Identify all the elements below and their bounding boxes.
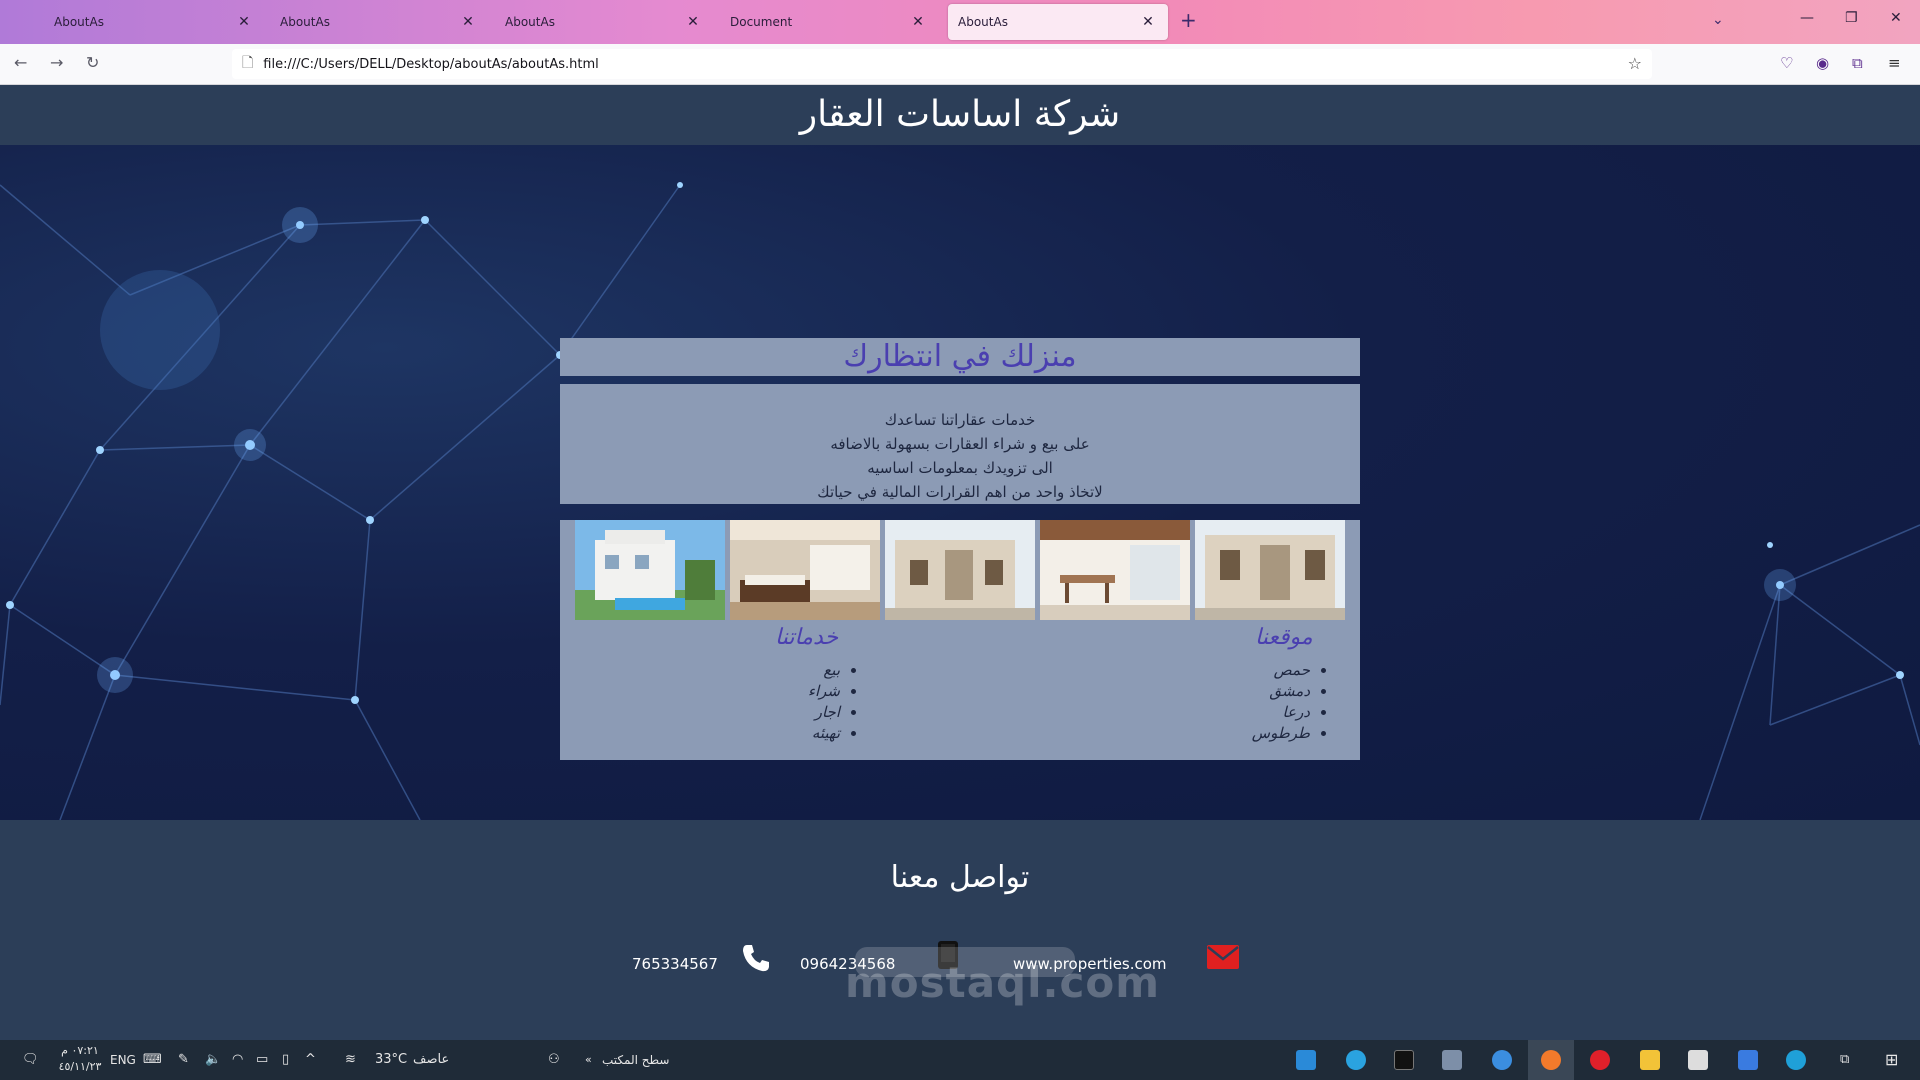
wifi-icon[interactable]: ◠ xyxy=(232,1040,243,1080)
vscode-icon[interactable] xyxy=(1296,1050,1316,1070)
locations-title: موقعنا xyxy=(1255,625,1313,650)
phone-icon xyxy=(743,945,769,972)
task-view-icon[interactable]: ⧉ xyxy=(1840,1040,1849,1080)
services-list: بيع شراء اجار تهيئه xyxy=(740,660,840,744)
envelope-icon xyxy=(1207,945,1239,969)
tab-label: AboutAs xyxy=(54,15,104,29)
mail-icon[interactable] xyxy=(1688,1050,1708,1070)
weather-icon: ≋ xyxy=(345,1052,356,1067)
url-bar[interactable]: 🗋 file:///C:/Users/DELL/Desktop/aboutAs/… xyxy=(232,49,1652,79)
restore-icon[interactable]: ❐ xyxy=(1845,10,1858,26)
intro-line: لاتخاذ واحد من اهم القرارات المالية في ح… xyxy=(817,483,1103,501)
weather-label[interactable]: عاصف xyxy=(413,1040,449,1080)
edge-icon[interactable] xyxy=(1786,1050,1806,1070)
clock[interactable]: ٠٧:٢١ م ٤٥/١١/٢٣ xyxy=(55,1043,105,1075)
tab-3[interactable]: AboutAs ✕ xyxy=(495,4,713,40)
back-icon[interactable]: ← xyxy=(14,53,27,72)
tab-label: AboutAs xyxy=(958,15,1008,29)
locations-list: حمص دمشق درعا طرطوس xyxy=(1210,660,1310,744)
tab-1[interactable]: AboutAs ✕ xyxy=(44,4,264,40)
list-item: درعا xyxy=(1210,702,1310,723)
windows-start-icon[interactable]: ⊞ xyxy=(1885,1040,1898,1080)
list-item: طرطوس xyxy=(1210,723,1310,744)
photo-strip xyxy=(575,520,1345,620)
chevron-icon[interactable]: « xyxy=(585,1040,592,1080)
villa-pool-photo xyxy=(575,520,725,620)
firefox-icon[interactable] xyxy=(1541,1050,1561,1070)
intro-line: على بيع و شراء العقارات بسهولة بالاضافه xyxy=(830,435,1090,453)
close-icon[interactable]: ✕ xyxy=(458,14,478,30)
tab-2[interactable]: AboutAs ✕ xyxy=(270,4,488,40)
phone-number-1[interactable]: 765334567 xyxy=(632,955,718,973)
app-icon[interactable] xyxy=(1492,1050,1512,1070)
temperature[interactable]: 33°C xyxy=(375,1040,407,1080)
close-icon[interactable]: ✕ xyxy=(908,14,928,30)
minimize-icon[interactable]: — xyxy=(1800,10,1814,26)
url-text: file:///C:/Users/DELL/Desktop/aboutAs/ab… xyxy=(263,56,599,72)
list-item: بيع xyxy=(740,660,840,681)
intro-line: الى تزويدك بمعلومات اساسيه xyxy=(867,459,1053,477)
chevron-up-icon[interactable]: ^ xyxy=(305,1040,316,1080)
list-item: تهيئه xyxy=(740,723,840,744)
services-title: خدماتنا xyxy=(775,625,839,650)
pen-icon[interactable]: ✎ xyxy=(178,1040,189,1080)
device-icon[interactable]: ▯ xyxy=(282,1040,289,1080)
clock-time: ٠٧:٢١ م xyxy=(61,1044,99,1057)
house-facade-photo xyxy=(1195,520,1345,620)
tab-4[interactable]: Document ✕ xyxy=(720,4,938,40)
close-window-icon[interactable]: ✕ xyxy=(1890,10,1902,26)
contact-footer: تواصل معنا 765334567 0964234568 www.prop… xyxy=(0,820,1920,1040)
gallery-panel: موقعنا حمص دمشق درعا طرطوس خدماتنا بيع ش… xyxy=(560,520,1360,760)
keyboard-icon[interactable]: ⌨ xyxy=(143,1040,162,1080)
panel-heading: منزلك في انتظارك xyxy=(560,338,1360,376)
contact-title: تواصل معنا xyxy=(890,860,1030,895)
site-title: شركة اساسات العقار xyxy=(0,85,1920,145)
bookmark-star-icon[interactable]: ☆ xyxy=(1628,54,1642,73)
nav-bar: ← → ↻ 🗋 file:///C:/Users/DELL/Desktop/ab… xyxy=(0,44,1920,85)
watermark-text: mostaql.com xyxy=(845,958,1160,1007)
tab-label: AboutAs xyxy=(505,15,555,29)
account-icon[interactable]: ◉ xyxy=(1816,54,1829,72)
clock-date: ٤٥/١١/٢٣ xyxy=(58,1060,102,1073)
store-icon[interactable] xyxy=(1738,1050,1758,1070)
tab-label: AboutAs xyxy=(280,15,330,29)
pocket-icon[interactable]: ♡ xyxy=(1780,54,1793,72)
intro-line: خدمات عقاراتنا تساعدك xyxy=(884,411,1036,429)
desktop-label[interactable]: سطح المكتب xyxy=(602,1040,669,1080)
list-item: اجار xyxy=(740,702,840,723)
list-item: دمشق xyxy=(1210,681,1310,702)
menu-icon[interactable]: ≡ xyxy=(1888,54,1901,72)
people-icon[interactable]: ⚇ xyxy=(548,1040,560,1080)
battery-icon[interactable]: ▭ xyxy=(256,1040,268,1080)
tab-5-active[interactable]: AboutAs ✕ xyxy=(948,4,1168,40)
opera-icon[interactable] xyxy=(1590,1050,1610,1070)
chevron-down-icon[interactable]: ⌄ xyxy=(1712,12,1724,28)
file-explorer-icon[interactable] xyxy=(1640,1050,1660,1070)
reload-icon[interactable]: ↻ xyxy=(86,53,99,72)
close-icon[interactable]: ✕ xyxy=(1138,14,1158,30)
taskbar: 🗨 ٠٧:٢١ م ٤٥/١١/٢٣ ENG ⌨ ✎ 🔈 ◠ ▭ ▯ ^ ≋ 3… xyxy=(0,1040,1920,1080)
tab-label: Document xyxy=(730,15,793,29)
terminal-icon[interactable] xyxy=(1394,1050,1414,1070)
web-page: شركة اساسات العقار منزلك في انتظارك خدما… xyxy=(0,85,1920,1040)
kitchen-photo xyxy=(1040,520,1190,620)
notification-icon[interactable]: 🗨 xyxy=(22,1040,39,1080)
tab-strip: AboutAs ✕ AboutAs ✕ AboutAs ✕ Document ✕… xyxy=(0,0,1920,44)
extensions-icon[interactable]: ⧉ xyxy=(1852,54,1863,72)
list-item: شراء xyxy=(740,681,840,702)
living-room-photo xyxy=(730,520,880,620)
close-icon[interactable]: ✕ xyxy=(234,14,254,30)
modern-house-photo xyxy=(885,520,1035,620)
list-item: حمص xyxy=(1210,660,1310,681)
page-icon: 🗋 xyxy=(242,55,254,71)
telegram-icon[interactable] xyxy=(1346,1050,1366,1070)
forward-icon[interactable]: → xyxy=(50,53,63,72)
hero-section: منزلك في انتظارك خدمات عقاراتنا تساعدك ع… xyxy=(0,145,1920,820)
language-indicator[interactable]: ENG xyxy=(110,1040,136,1080)
close-icon[interactable]: ✕ xyxy=(683,14,703,30)
new-tab-icon[interactable]: + xyxy=(1180,8,1197,32)
network-app-icon[interactable] xyxy=(1442,1050,1462,1070)
intro-text: خدمات عقاراتنا تساعدك على بيع و شراء الع… xyxy=(560,384,1360,504)
volume-icon[interactable]: 🔈 xyxy=(205,1040,221,1080)
